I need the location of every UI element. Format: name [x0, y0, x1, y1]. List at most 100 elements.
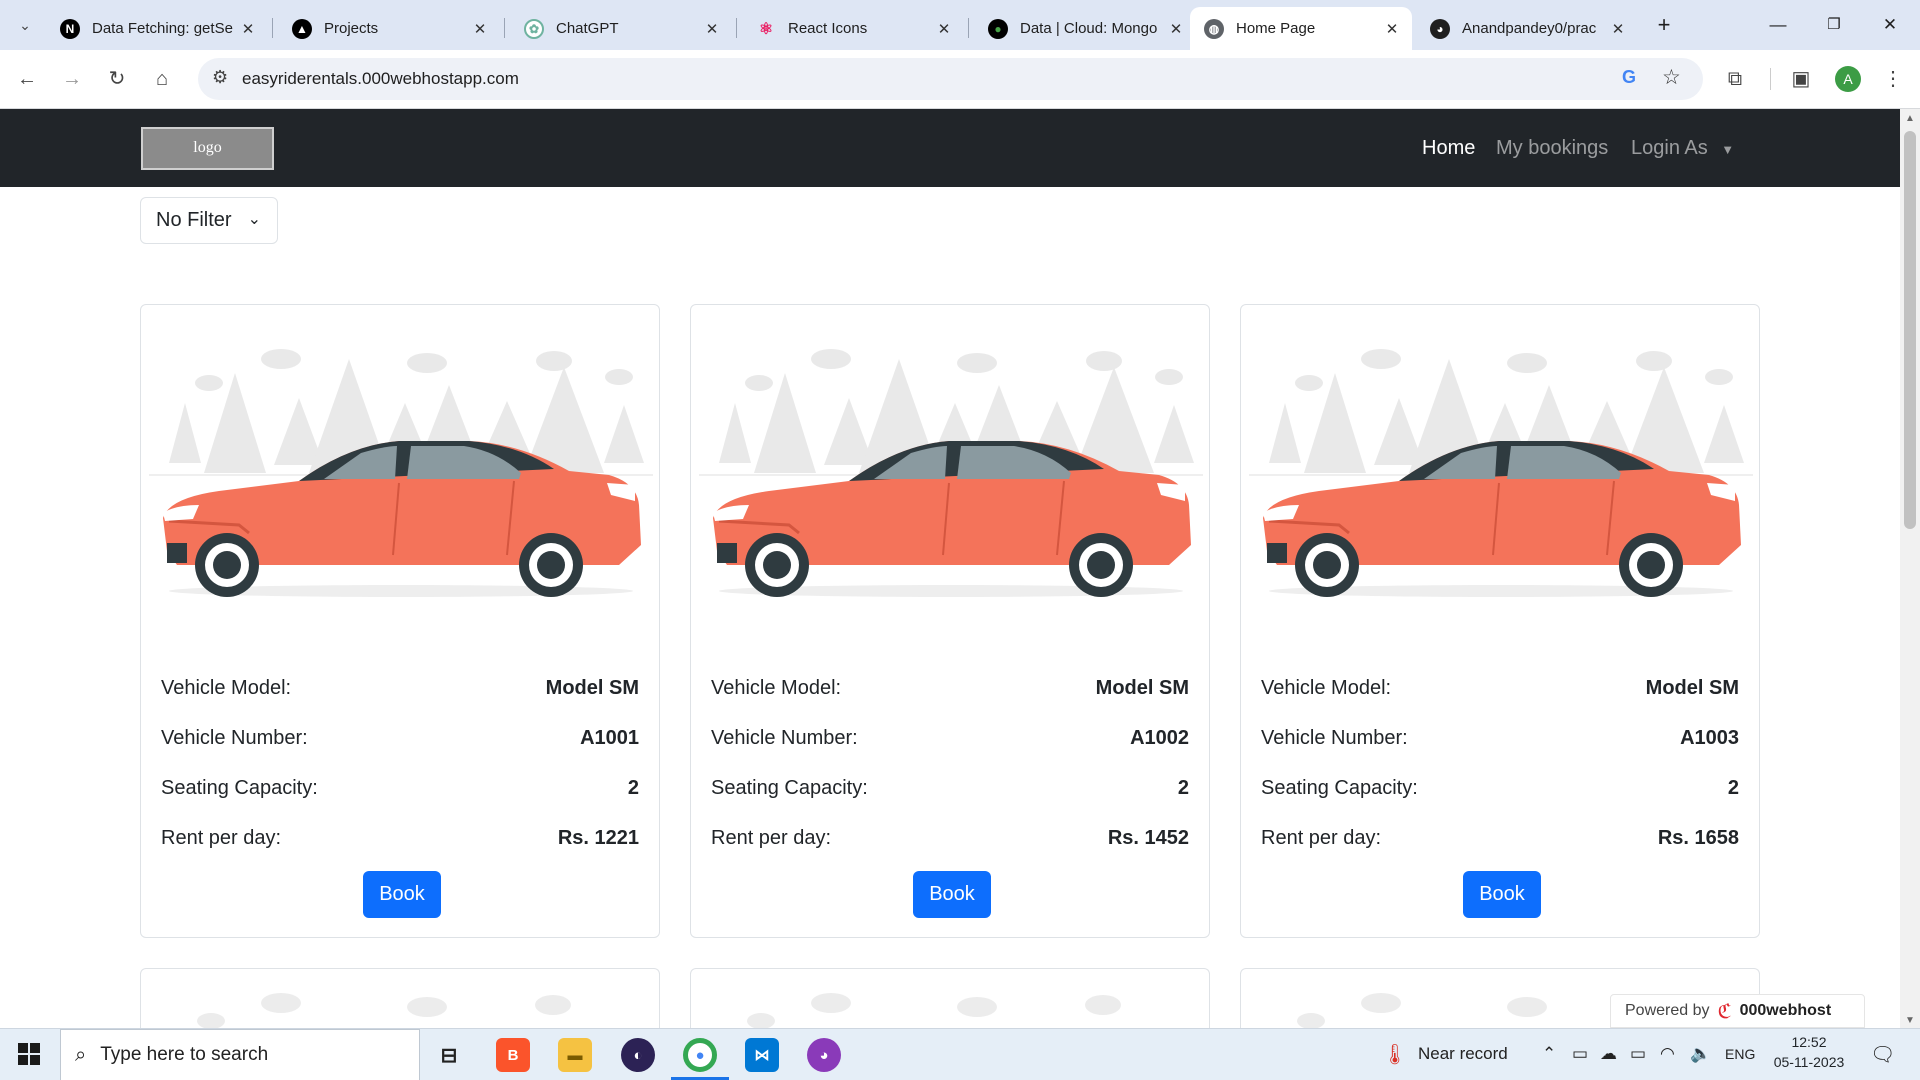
close-icon[interactable]: ✕ [702, 20, 722, 38]
tab-mongodb[interactable]: ● Data | Cloud: Mongo ✕ [974, 7, 1196, 50]
vehicle-rent-value: Rs. 1452 [1107, 827, 1189, 849]
filter-dropdown[interactable]: No Filter ⌄ [140, 197, 278, 244]
react-icon: ⚛ [758, 20, 774, 38]
page-scrollbar[interactable]: ▲ ▼ [1900, 109, 1920, 1028]
extensions-icon[interactable]: ⧉ [1720, 64, 1750, 94]
chatgpt-icon: ✿ [524, 18, 544, 39]
side-panel-icon[interactable]: ▣ [1786, 64, 1816, 94]
vehicle-model-value: Model SM [1645, 677, 1739, 699]
powered-by-prefix: Powered by [1625, 1002, 1710, 1019]
vehicle-card: Vehicle Model: Model SM Vehicle Number: A10… [140, 304, 660, 938]
scrollbar-thumb[interactable] [1904, 131, 1916, 529]
close-icon[interactable]: ✕ [238, 20, 258, 38]
vehicle-number-label: Vehicle Number: [161, 727, 308, 749]
vehicle-rent-row: Rent per day: Rs. 1221 [161, 827, 639, 853]
close-icon[interactable]: ✕ [470, 20, 490, 38]
powered-by-badge[interactable]: Powered by ℭ 000webhost [1610, 994, 1865, 1028]
vehicle-model-label: Vehicle Model: [711, 677, 842, 699]
vscode-icon[interactable]: ⋈ [745, 1038, 779, 1072]
nav-home-link[interactable]: Home [1422, 137, 1475, 160]
vehicle-number-row: Vehicle Number: A1003 [1261, 727, 1739, 753]
site-settings-icon[interactable]: ⚙ [212, 67, 228, 88]
windows-start-icon[interactable] [18, 1043, 40, 1065]
scroll-up-icon[interactable]: ▲ [1905, 113, 1915, 124]
close-icon[interactable]: ✕ [1166, 20, 1186, 38]
github-desktop-icon[interactable]: ◕ [807, 1038, 841, 1072]
site-logo[interactable]: logo [141, 127, 274, 170]
wifi-icon[interactable]: ◠ [1660, 1044, 1675, 1064]
tab-chatgpt[interactable]: ✿ ChatGPT ✕ [510, 7, 732, 50]
tab-search-chevron-icon[interactable]: ⌄ [10, 10, 40, 40]
url-text[interactable]: easyriderentals.000webhostapp.com [242, 69, 519, 89]
car-illustration-partial [747, 993, 1121, 1028]
vehicle-rent-row: Rent per day: Rs. 1658 [1261, 827, 1739, 853]
tab-github[interactable]: ◕ Anandpandey0/prac ✕ [1416, 7, 1638, 50]
clock[interactable]: 12:52 05-11-2023 [1770, 1034, 1848, 1070]
vehicle-number-row: Vehicle Number: A1001 [161, 727, 639, 753]
vehicle-number-row: Vehicle Number: A1002 [711, 727, 1189, 753]
eclipse-icon[interactable]: ◐ [621, 1038, 655, 1072]
taskbar-search-input[interactable]: ⌕ Type here to search [60, 1029, 420, 1080]
login-as-label: Login As [1631, 137, 1708, 159]
vehicle-card: Vehicle Model: Model SM Vehicle Number: A10… [690, 304, 1210, 938]
site-navbar: logo Home My bookings Login As ▼ [0, 109, 1900, 187]
back-arrow-icon[interactable]: ← [12, 64, 42, 94]
tab-react-icons[interactable]: ⚛ React Icons ✕ [742, 7, 964, 50]
car-illustration-partial [197, 993, 571, 1028]
chrome-icon[interactable]: ● [683, 1038, 717, 1072]
caret-down-icon: ▼ [1721, 142, 1735, 157]
new-tab-button[interactable]: + [1644, 10, 1684, 40]
vehicle-seats-label: Seating Capacity: [711, 777, 868, 799]
forward-arrow-icon[interactable]: → [57, 64, 87, 94]
search-icon: ⌕ [75, 1043, 87, 1066]
vehicle-seats-row: Seating Capacity: 2 [711, 777, 1189, 803]
vehicle-number-value: A1002 [1130, 727, 1189, 749]
menu-kebab-icon[interactable]: ⋮ [1878, 64, 1908, 94]
profile-avatar[interactable]: A [1835, 66, 1861, 92]
vehicle-rent-value: Rs. 1658 [1657, 827, 1739, 849]
language-indicator[interactable]: ENG [1725, 1046, 1755, 1062]
webhost-logo-icon: ℭ [1717, 1000, 1732, 1023]
home-icon[interactable]: ⌂ [147, 64, 177, 94]
tab-title: React Icons [788, 20, 868, 37]
tab-home-page[interactable]: ◍ Home Page ✕ [1190, 7, 1412, 50]
vehicle-model-value: Model SM [545, 677, 639, 699]
window-close-icon[interactable]: ✕ [1870, 10, 1910, 40]
minimize-icon[interactable]: — [1758, 10, 1798, 40]
vehicle-model-label: Vehicle Model: [1261, 677, 1392, 699]
address-bar[interactable]: ⚙ easyriderentals.000webhostapp.com G ☆ [198, 58, 1703, 100]
task-view-icon[interactable]: ⊟ [432, 1038, 466, 1072]
close-icon[interactable]: ✕ [1608, 20, 1628, 38]
book-button[interactable]: Book [363, 871, 441, 918]
onedrive-icon[interactable]: ☁ [1600, 1044, 1617, 1064]
restore-icon[interactable]: ❐ [1814, 10, 1854, 40]
tab-data-fetching[interactable]: N Data Fetching: getSe ✕ [46, 7, 268, 50]
weather-text[interactable]: Near record [1418, 1044, 1508, 1064]
vehicle-rent-value: Rs. 1221 [557, 827, 639, 849]
mongodb-icon: ● [988, 18, 1008, 39]
battery-icon[interactable]: ▭ [1630, 1044, 1646, 1064]
vehicle-number-label: Vehicle Number: [1261, 727, 1408, 749]
book-button[interactable]: Book [913, 871, 991, 918]
google-lens-icon[interactable]: G [1622, 67, 1636, 88]
bookmark-star-icon[interactable]: ☆ [1662, 65, 1681, 90]
chevron-down-icon: ⌄ [247, 211, 261, 228]
nav-login-as-dropdown[interactable]: Login As ▼ [1631, 137, 1734, 160]
close-icon[interactable]: ✕ [1382, 20, 1402, 38]
book-button[interactable]: Book [1463, 871, 1541, 918]
thermometer-icon[interactable]: 🌡 [1382, 1042, 1407, 1067]
brave-browser-icon[interactable]: B [496, 1038, 530, 1072]
notifications-icon[interactable]: 🗨 [1870, 1042, 1895, 1067]
close-icon[interactable]: ✕ [934, 20, 954, 38]
vehicle-rent-label: Rent per day: [711, 827, 832, 849]
scroll-down-icon[interactable]: ▼ [1905, 1015, 1915, 1026]
tab-projects[interactable]: ▲ Projects ✕ [278, 7, 500, 50]
tray-expand-icon[interactable]: ⌃ [1542, 1044, 1556, 1064]
car-illustration [149, 349, 653, 597]
meet-now-icon[interactable]: ▭ [1572, 1044, 1588, 1064]
nav-my-bookings-link[interactable]: My bookings [1496, 137, 1608, 160]
tab-title: Anandpandey0/prac [1462, 20, 1597, 37]
volume-icon[interactable]: 🔈 [1690, 1044, 1711, 1064]
file-explorer-icon[interactable]: ▬ [558, 1038, 592, 1072]
reload-icon[interactable]: ↻ [102, 64, 132, 94]
